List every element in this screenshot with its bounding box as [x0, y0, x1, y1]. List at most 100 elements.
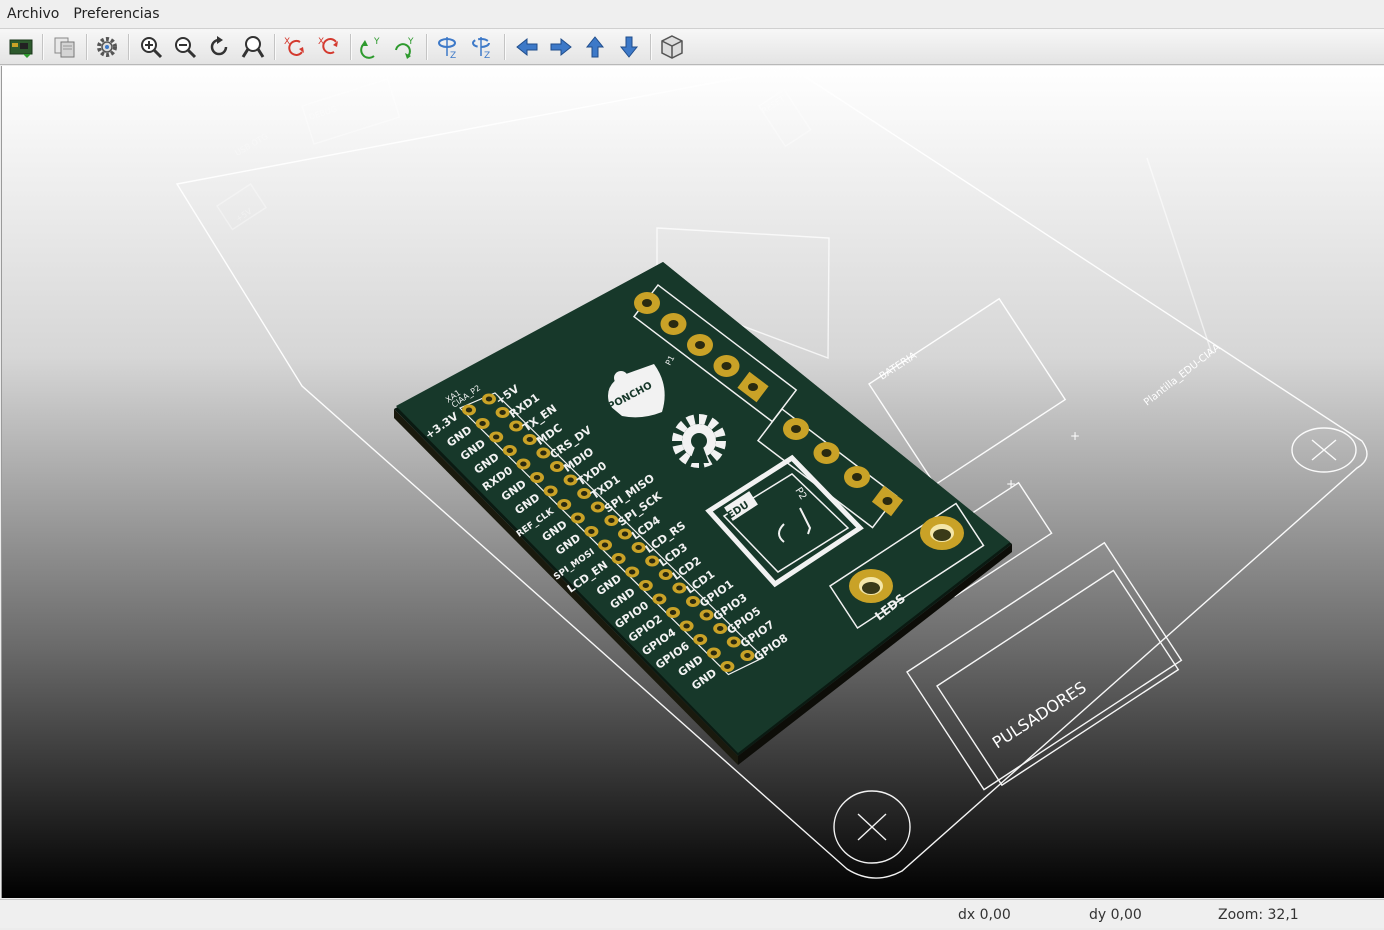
copy-icon	[54, 37, 75, 58]
header-pin-right-drill	[567, 477, 574, 483]
connector-4pin-pad-drill	[791, 425, 801, 433]
header-pin-left-drill	[724, 664, 731, 669]
buttons-label: PULSADORES	[989, 678, 1090, 753]
header-pin-left-drill	[601, 542, 609, 548]
zoom-out-button[interactable]	[170, 32, 200, 62]
rotate-x-ccw-button[interactable]: X	[314, 32, 344, 62]
header-pin-right-drill	[485, 396, 493, 402]
debug-label: DEBUG	[308, 104, 338, 121]
pcb-3d-scene: BATERIA PULSADORES Plantilla_EDU-CIAA RE…	[175, 67, 1368, 879]
connector-4pin-pad-drill	[821, 449, 832, 457]
rotate-y-cw-button[interactable]: Y	[356, 32, 386, 62]
rotate-x-cw-button[interactable]: X	[280, 32, 310, 62]
arrow-left-icon	[516, 37, 538, 57]
connector-4pin-pad-drill	[852, 473, 862, 481]
header-pin-left-drill	[465, 407, 473, 413]
rotate-z-ccw-icon: Z	[472, 37, 490, 60]
copy-to-clipboard-button[interactable]	[50, 32, 80, 62]
menu-bar: Archivo Preferencias	[0, 0, 1384, 28]
header-pin-left-drill	[642, 583, 649, 588]
refresh-icon	[210, 36, 228, 56]
svg-text:Z: Z	[450, 51, 456, 60]
reload-board-button[interactable]	[6, 32, 36, 62]
header-pin-left-drill	[669, 610, 677, 615]
status-bar: dx 0,00 dy 0,00 Zoom: 32,1	[0, 899, 1384, 928]
zoom-in-icon	[141, 37, 163, 59]
header-pin-right-drill	[676, 585, 683, 591]
p1-pad-drill	[642, 299, 652, 307]
header-pin-right-drill	[649, 558, 656, 564]
header-pin-right-drill	[540, 450, 547, 456]
status-zoom: Zoom: 32,1	[1218, 907, 1299, 923]
rotate-z-ccw-button[interactable]: Z	[468, 32, 498, 62]
zoom-in-button[interactable]	[136, 32, 166, 62]
oshw-gear-icon	[672, 414, 726, 468]
led-pad-hole	[862, 582, 880, 594]
board-reload-icon	[9, 39, 33, 58]
redraw-button[interactable]	[204, 32, 234, 62]
header-pin-left-drill	[656, 596, 663, 602]
header-pin-right-drill	[594, 504, 601, 510]
header-pin-right-drill	[526, 437, 533, 442]
3d-viewport[interactable]: BATERIA PULSADORES Plantilla_EDU-CIAA RE…	[1, 66, 1384, 898]
header-pin-left-drill	[629, 569, 636, 575]
rotate-z-cw-icon: Z	[438, 37, 456, 60]
move-left-button[interactable]	[512, 32, 542, 62]
menu-preferencias[interactable]: Preferencias	[66, 0, 166, 28]
led-pad-hole	[933, 529, 951, 541]
svg-text:Y: Y	[373, 37, 380, 47]
template-buttons-inner	[936, 569, 1180, 787]
header-pin-right-drill	[621, 531, 629, 537]
rotate-y-ccw-icon: Y	[395, 37, 414, 59]
p1-pad-drill	[748, 383, 758, 391]
connector-4pin-pad-drill	[882, 497, 893, 505]
header-pin-left-drill	[588, 529, 595, 534]
header-pin-left-drill	[574, 515, 581, 521]
move-up-button[interactable]	[580, 32, 610, 62]
status-dy: dy 0,00	[1089, 907, 1142, 923]
menu-archivo[interactable]: Archivo	[0, 0, 66, 28]
header-pin-right-drill	[689, 599, 697, 604]
header-pin-right-drill	[717, 626, 724, 631]
cube-icon	[661, 35, 683, 59]
svg-text:Z: Z	[484, 51, 490, 60]
rotate-y-cw-icon: Y	[360, 37, 380, 59]
settings-button[interactable]	[92, 32, 122, 62]
header-pin-left-drill	[506, 448, 513, 453]
header-pin-left-drill	[493, 434, 500, 440]
move-right-button[interactable]	[546, 32, 576, 62]
move-down-button[interactable]	[614, 32, 644, 62]
header-pin-left-drill	[683, 623, 690, 629]
usb-label: USB OTG	[234, 132, 270, 158]
rotate-y-ccw-button[interactable]: Y	[390, 32, 420, 62]
header-pin-right-drill	[635, 545, 642, 550]
header-pin-left-drill	[615, 556, 622, 561]
header-pin-right-drill	[499, 410, 506, 415]
header-pin-right-drill	[553, 464, 561, 469]
header-pin-right-drill	[662, 572, 669, 577]
template-power-box	[216, 183, 267, 231]
toolbar: X X Y Y Z Z	[0, 28, 1384, 65]
zoom-fit-button[interactable]	[238, 32, 268, 62]
header-pin-right-drill	[703, 612, 710, 618]
template-reset-box	[758, 88, 812, 148]
ortho-toggle-button[interactable]	[657, 32, 687, 62]
header-pin-left-drill	[479, 421, 486, 426]
header-pin-right-drill	[513, 423, 520, 429]
rotate-z-cw-button[interactable]: Z	[434, 32, 464, 62]
rotate-x-cw-icon: X	[284, 37, 304, 56]
p1-pad-drill	[668, 320, 679, 328]
arrow-down-icon	[619, 36, 639, 58]
header-pin-right-drill	[744, 653, 751, 658]
header-pin-left-drill	[533, 475, 541, 480]
header-pin-left-drill	[697, 637, 704, 642]
plus-sign-2: +	[1070, 429, 1080, 443]
p1-pad-drill	[721, 362, 732, 370]
header-pin-left-drill	[547, 488, 554, 494]
zoom-out-icon	[175, 37, 197, 59]
template-name-label: Plantilla_EDU-CIAA	[1142, 342, 1223, 408]
header-pin-left-drill	[710, 650, 717, 656]
header-pin-right-drill	[608, 518, 615, 523]
header-pin-left-drill	[520, 461, 527, 467]
header-pin-right-drill	[581, 491, 588, 496]
